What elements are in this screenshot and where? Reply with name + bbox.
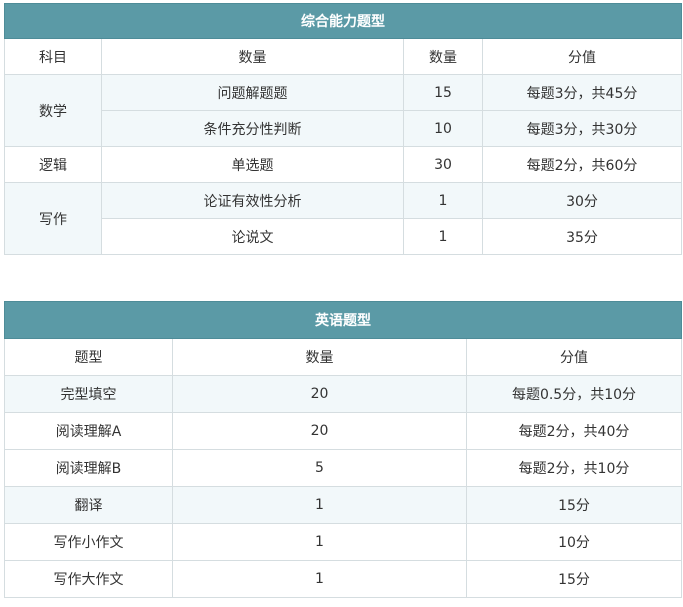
type-cell: 阅读理解A (4, 412, 173, 450)
table2-title: 英语题型 (4, 301, 682, 339)
count-cell: 1 (403, 182, 483, 219)
score-cell: 每题3分，共45分 (482, 74, 682, 111)
count-cell: 1 (172, 560, 467, 598)
table-row: 写作 论证有效性分析 1 30分 (4, 182, 682, 255)
type-cell: 写作小作文 (4, 523, 173, 561)
table-row: 翻译 1 15分 (4, 486, 682, 524)
item-cell: 论证有效性分析 (101, 182, 404, 219)
score-cell: 每题3分，共30分 (482, 110, 682, 147)
table-row: 条件充分性判断 10 每题3分，共30分 (5, 110, 682, 147)
count-cell: 1 (172, 523, 467, 561)
item-cell: 问题解题题 (101, 74, 404, 111)
table2-header-row: 题型 数量 分值 (4, 338, 682, 376)
count-cell: 5 (172, 449, 467, 487)
count-cell: 15 (403, 74, 483, 111)
table-row: 写作小作文 1 10分 (4, 523, 682, 561)
table-row: 阅读理解A 20 每题2分，共40分 (4, 412, 682, 450)
table-row: 阅读理解B 5 每题2分，共10分 (4, 449, 682, 487)
table-row: 完型填空 20 每题0.5分，共10分 (4, 375, 682, 413)
count-cell: 20 (172, 375, 467, 413)
score-cell: 10分 (466, 523, 682, 561)
count-cell: 10 (403, 110, 483, 147)
table1-header-count: 数量 (403, 38, 483, 75)
score-cell: 每题2分，共10分 (466, 449, 682, 487)
count-cell: 1 (403, 218, 483, 255)
table1-title: 综合能力题型 (4, 3, 682, 39)
table1-header-subject: 科目 (4, 38, 102, 75)
count-cell: 1 (172, 486, 467, 524)
score-cell: 15分 (466, 486, 682, 524)
english-question-table: 英语题型 题型 数量 分值 完型填空 20 每题0.5分，共10分 阅读理解A … (4, 301, 682, 598)
table1-header-score: 分值 (482, 38, 682, 75)
comprehensive-ability-table: 综合能力题型 科目 数量 数量 分值 数学 问题解题题 15 每题3分，共45分… (4, 3, 682, 255)
type-cell: 完型填空 (4, 375, 173, 413)
type-cell: 阅读理解B (4, 449, 173, 487)
score-cell: 35分 (482, 218, 682, 255)
count-cell: 20 (172, 412, 467, 450)
count-cell: 30 (403, 146, 483, 183)
table1-header-row: 科目 数量 数量 分值 (4, 38, 682, 75)
item-cell: 单选题 (101, 146, 404, 183)
score-cell: 每题0.5分，共10分 (466, 375, 682, 413)
subject-math: 数学 (4, 74, 102, 147)
subject-writing: 写作 (4, 182, 102, 255)
table1-header-item: 数量 (101, 38, 404, 75)
subject-logic: 逻辑 (4, 146, 102, 183)
type-cell: 翻译 (4, 486, 173, 524)
item-cell: 条件充分性判断 (101, 110, 404, 147)
table-row: 写作大作文 1 15分 (4, 560, 682, 598)
score-cell: 每题2分，共60分 (482, 146, 682, 183)
type-cell: 写作大作文 (4, 560, 173, 598)
table2-header-type: 题型 (4, 338, 173, 376)
score-cell: 每题2分，共40分 (466, 412, 682, 450)
table-row: 论说文 1 35分 (5, 218, 682, 255)
score-cell: 30分 (482, 182, 682, 219)
score-cell: 15分 (466, 560, 682, 598)
table2-header-count: 数量 (172, 338, 467, 376)
item-cell: 论说文 (101, 218, 404, 255)
table-row: 逻辑 单选题 30 每题2分，共60分 (4, 146, 682, 183)
table2-header-score: 分值 (466, 338, 682, 376)
table-row: 数学 问题解题题 15 每题3分，共45分 (4, 74, 682, 147)
